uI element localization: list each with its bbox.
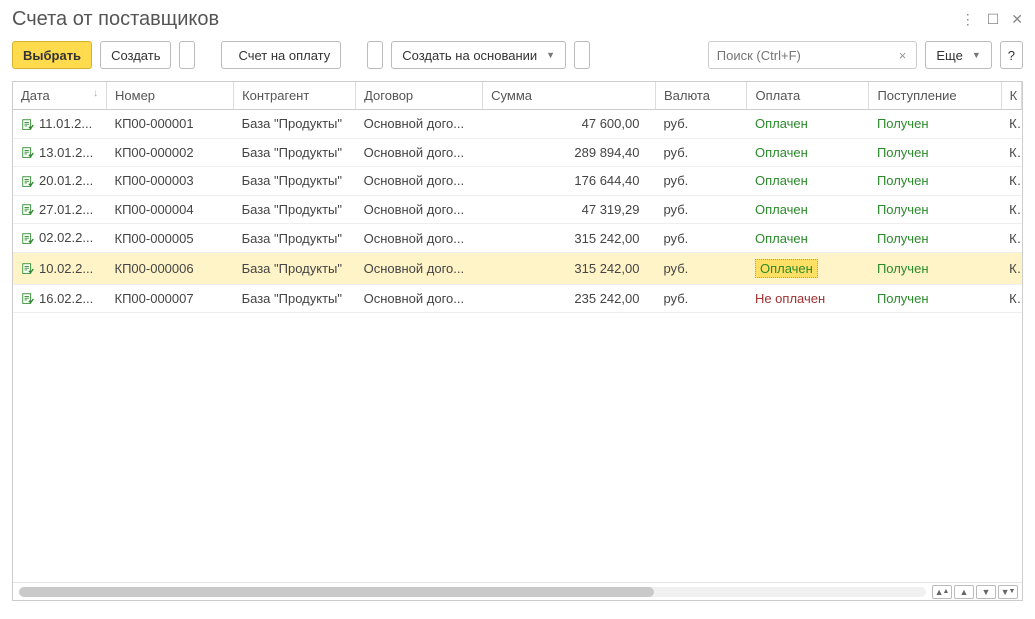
clear-search-icon[interactable]: × [895,48,911,63]
maximize-icon[interactable]: ☐ [987,11,1000,28]
scroll-top-button[interactable]: ▲▲ [932,585,952,599]
table-row[interactable]: 02.02.2...КП00-000005База "Продукты"Осно… [13,224,1022,253]
table-row[interactable]: 13.01.2...КП00-000002База "Продукты"Осно… [13,138,1022,167]
chevron-down-icon: ▼ [546,50,555,60]
col-date[interactable]: Дата↓ [13,82,107,110]
table-row[interactable]: 10.02.2...КП00-000006База "Продукты"Осно… [13,252,1022,284]
select-button[interactable]: Выбрать [12,41,92,69]
search-field-wrap[interactable]: × [708,41,918,69]
col-currency[interactable]: Валюта [655,82,746,110]
col-payment[interactable]: Оплата [747,82,869,110]
sort-asc-icon: ↓ [93,88,98,99]
invoice-button-label: Счет на оплату [238,48,330,63]
document-posted-icon [21,262,35,276]
data-table: Дата↓ Номер Контрагент Договор Сумма Вал… [12,81,1023,601]
structure-button[interactable] [574,41,590,69]
scrollbar-thumb[interactable] [19,587,654,597]
col-number[interactable]: Номер [107,82,234,110]
document-posted-icon [21,292,35,306]
col-receipt[interactable]: Поступление [869,82,1001,110]
table-row[interactable]: 27.01.2...КП00-000004База "Продукты"Осно… [13,195,1022,224]
scroll-up-button[interactable]: ▲ [954,585,974,599]
scroll-down-button[interactable]: ▼ [976,585,996,599]
table-row[interactable]: 16.02.2...КП00-000007База "Продукты"Осно… [13,284,1022,313]
document-posted-icon [21,118,35,132]
scroll-bottom-button[interactable]: ▼▼ [998,585,1018,599]
document-posted-icon [21,203,35,217]
more-button[interactable]: Еще ▼ [925,41,991,69]
chevron-down-icon: ▼ [972,50,981,60]
copy-button[interactable] [179,41,195,69]
page-title: Счета от поставщиков [12,8,219,31]
search-input[interactable] [715,47,895,64]
create-based-label: Создать на основании [402,48,537,63]
table-row[interactable]: 11.01.2...КП00-000001База "Продукты"Осно… [13,110,1022,139]
help-button[interactable]: ? [1000,41,1023,69]
document-posted-icon [21,146,35,160]
create-based-button[interactable]: Создать на основании ▼ [391,41,566,69]
attach-button[interactable] [367,41,383,69]
horizontal-scrollbar[interactable] [19,587,926,597]
close-icon[interactable]: ✕ [1011,11,1023,28]
col-extra[interactable]: К [1001,82,1021,110]
kebab-menu-icon[interactable]: ⋮ [961,11,975,28]
create-button[interactable]: Создать [100,41,171,69]
invoice-button[interactable]: Счет на оплату [221,41,341,69]
document-posted-icon [21,175,35,189]
col-counterparty[interactable]: Контрагент [234,82,356,110]
document-posted-icon [21,232,35,246]
col-sum[interactable]: Сумма [483,82,656,110]
more-button-label: Еще [936,48,962,63]
table-row[interactable]: 20.01.2...КП00-000003База "Продукты"Осно… [13,167,1022,196]
col-contract[interactable]: Договор [356,82,483,110]
